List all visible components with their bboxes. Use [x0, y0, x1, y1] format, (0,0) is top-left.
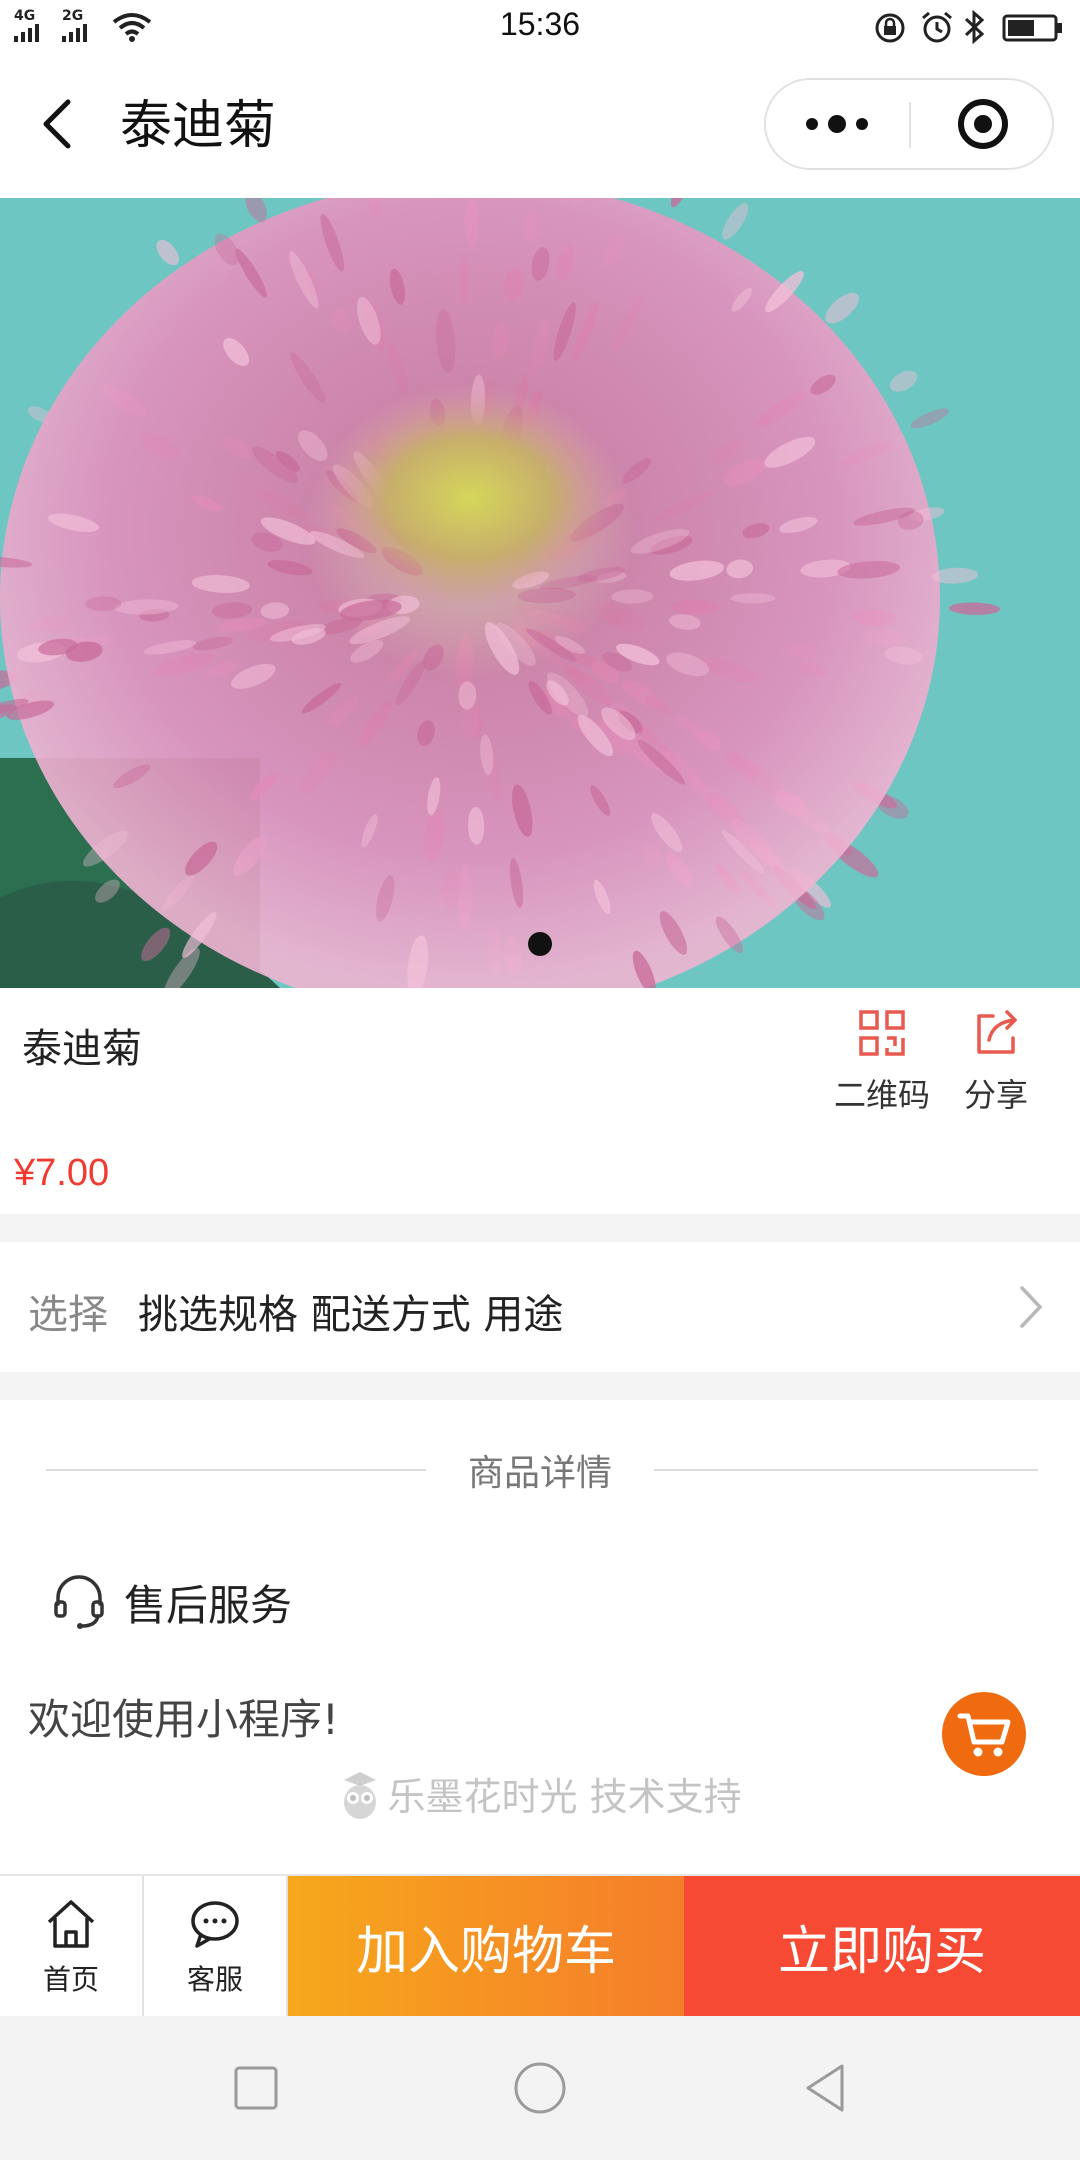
buy-now-button[interactable]: 立即购买 [684, 1876, 1080, 2016]
select-label: 选择 [28, 1292, 108, 1338]
rotation-lock-icon [875, 13, 905, 43]
share-icon [977, 1010, 1017, 1054]
tech-support-text: 乐墨花时光 技术支持 [387, 1775, 742, 1819]
spec-select-row[interactable]: 选择 挑选规格 配送方式 用途 [0, 1242, 1080, 1372]
status-bar: 4G 2G 15:36 [0, 0, 1080, 56]
home-icon [47, 1900, 95, 1948]
back-triangle-icon[interactable] [794, 2054, 862, 2122]
chevron-right-icon [1020, 1286, 1043, 1328]
tech-support-row: 乐墨花时光 技术支持 [0, 1766, 1080, 1821]
after-sale-service-label[interactable]: 售后服务 [124, 1572, 292, 1633]
carousel-indicator-dot[interactable] [528, 932, 552, 956]
page-title: 泰迪菊 [120, 96, 277, 156]
customer-service-label: 客服 [186, 1963, 243, 1996]
headset-icon [54, 1575, 104, 1629]
owl-logo-icon [344, 1771, 377, 1819]
home-label: 首页 [42, 1963, 99, 1996]
cart-icon [957, 1713, 1011, 1757]
product-details-section: 商品详情 售后服务 欢迎使用小程序! 乐墨花时光 技术支持 [0, 1400, 1080, 1874]
product-name: 泰迪菊 [22, 1026, 142, 1072]
home-circle-icon[interactable] [506, 2054, 574, 2122]
back-button[interactable] [30, 94, 90, 154]
product-price: ¥7.00 [14, 1152, 110, 1194]
flower-photo [0, 198, 1080, 988]
divider-right [654, 1469, 1038, 1471]
alarm-icon [922, 11, 952, 43]
qrcode-button[interactable]: 二维码 [822, 1008, 942, 1116]
welcome-text: 欢迎使用小程序! [28, 1695, 339, 1744]
capsule-divider [909, 102, 911, 148]
capsule-menu [764, 78, 1054, 170]
qrcode-label: 二维码 [833, 1076, 930, 1114]
more-dots-icon[interactable] [766, 80, 908, 168]
battery-icon [1002, 14, 1062, 42]
bluetooth-icon [964, 10, 985, 44]
share-button[interactable]: 分享 [936, 1008, 1056, 1116]
nav-bar: 泰迪菊 [0, 56, 1080, 198]
cart-fab-button[interactable] [942, 1692, 1026, 1776]
share-label: 分享 [963, 1076, 1028, 1114]
petal [730, 593, 776, 604]
home-button[interactable]: 首页 [0, 1876, 144, 2016]
bottom-action-bar: 首页 客服 加入购物车 立即购买 [0, 1874, 1080, 2016]
qrcode-icon [859, 1010, 905, 1056]
select-options-text: 挑选规格 配送方式 用途 [138, 1292, 564, 1338]
system-navigation-bar [0, 2016, 1080, 2160]
status-time: 15:36 [499, 6, 581, 42]
add-to-cart-button[interactable]: 加入购物车 [288, 1876, 684, 2016]
customer-service-button[interactable]: 客服 [144, 1876, 288, 2016]
product-image-carousel[interactable] [0, 198, 1080, 988]
product-info-card: 泰迪菊 二维码 分享 ¥7.00 [0, 988, 1080, 1214]
chat-bubble-icon [191, 1901, 239, 1948]
recents-square-icon[interactable] [222, 2054, 290, 2122]
target-close-icon[interactable] [912, 80, 1054, 168]
